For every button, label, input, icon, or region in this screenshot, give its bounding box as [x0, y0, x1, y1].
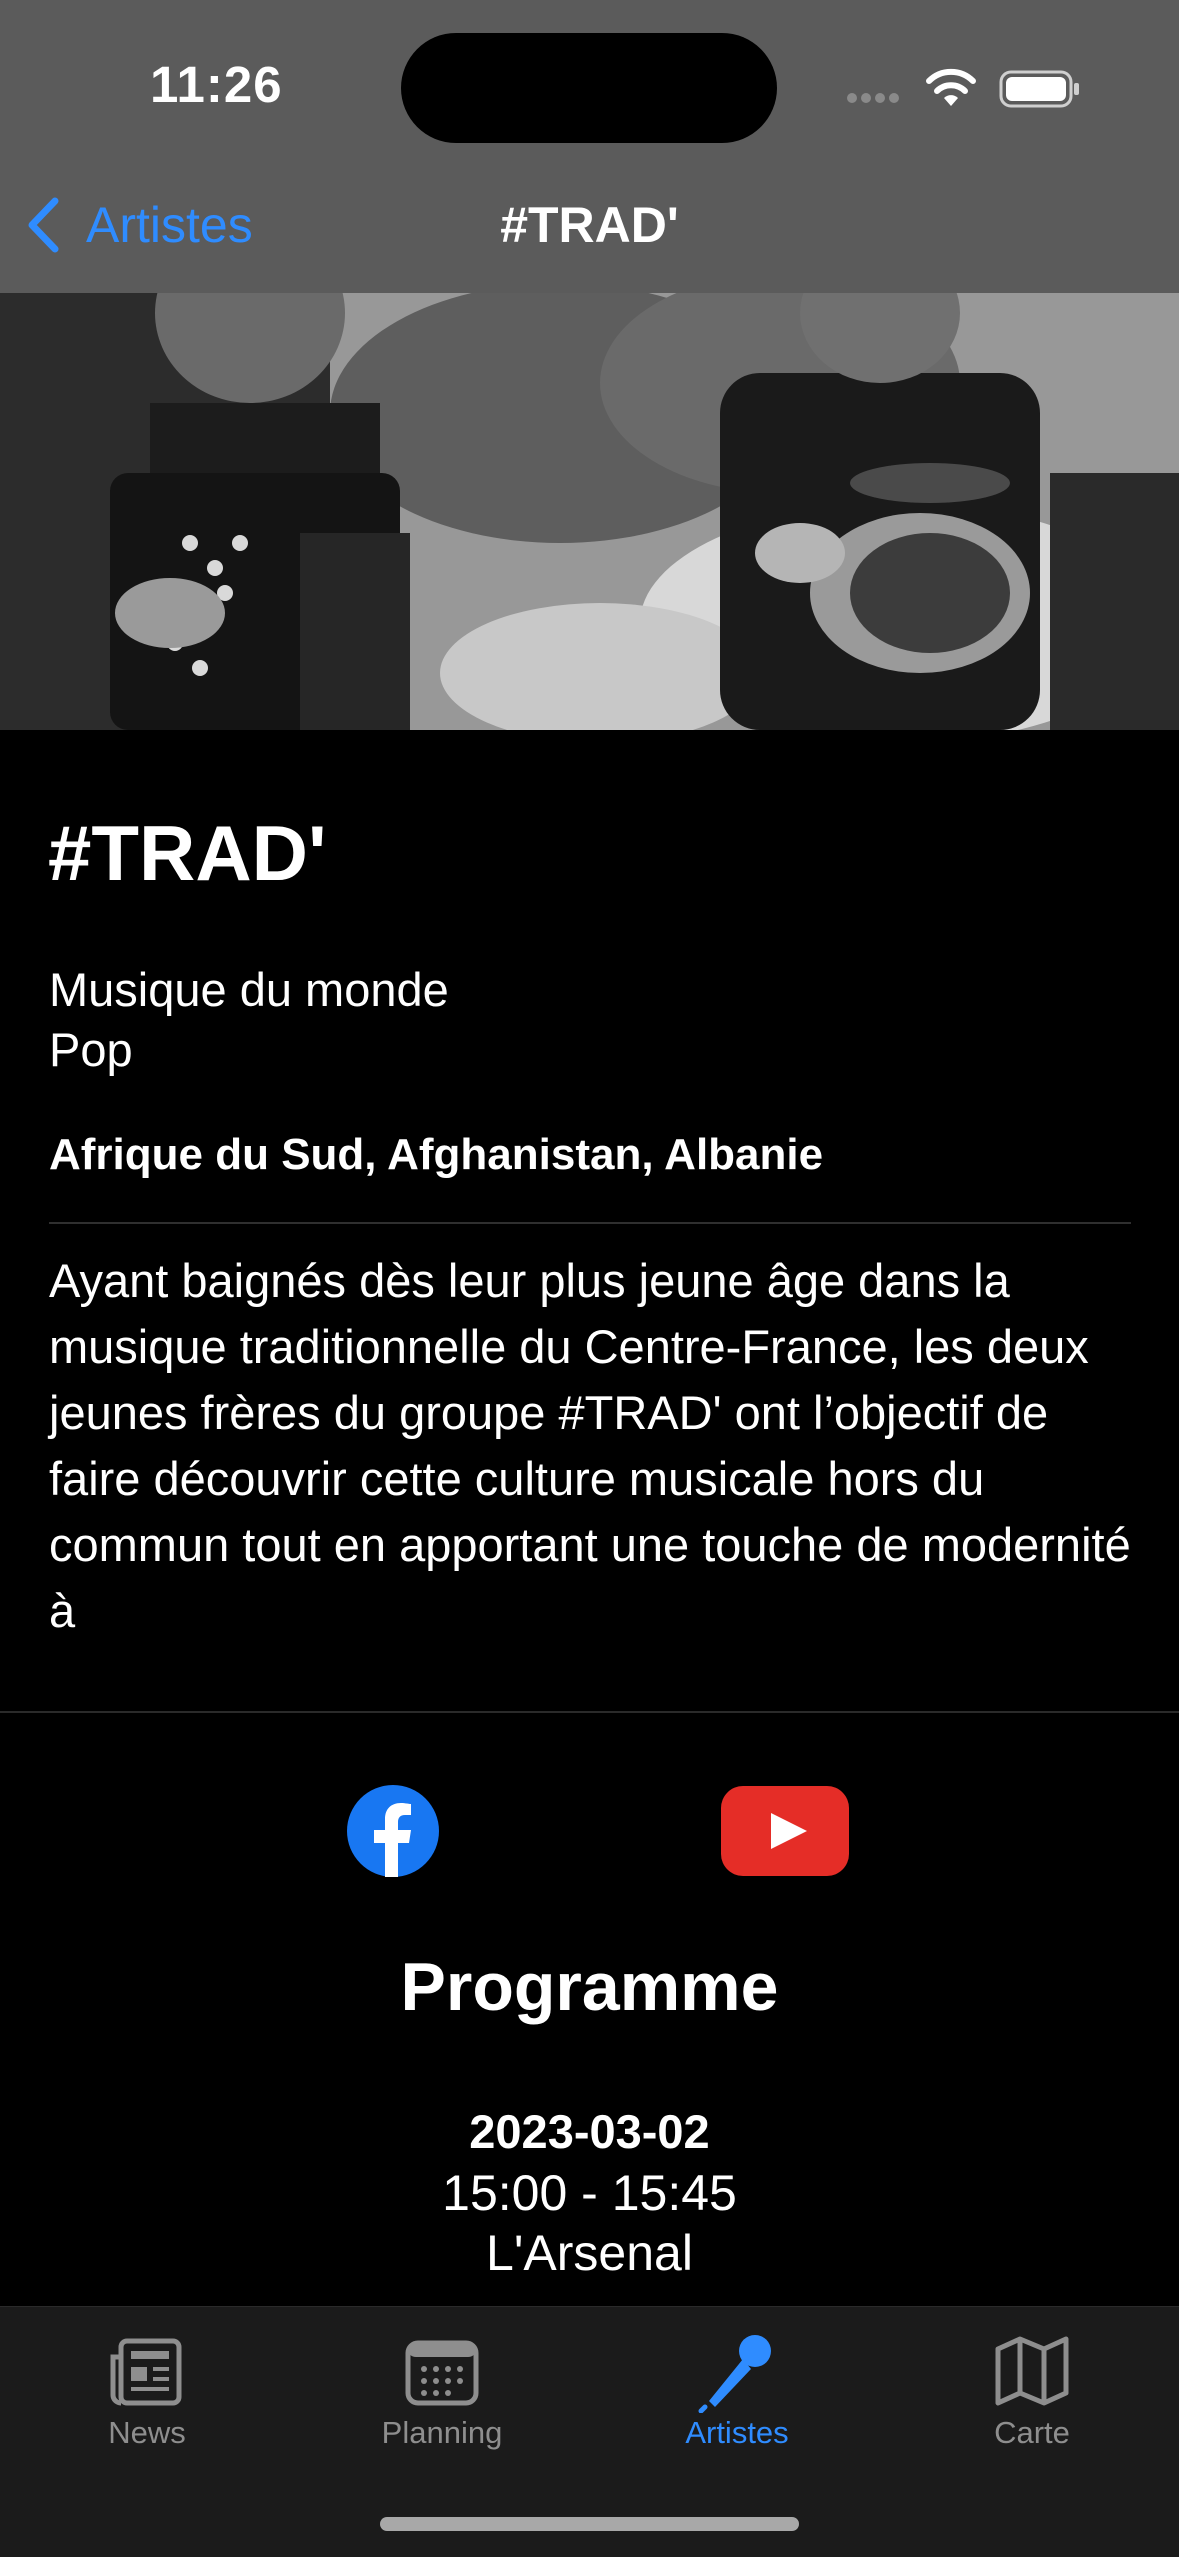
- tab-label: Artistes: [685, 2415, 789, 2450]
- tab-label: Planning: [381, 2415, 503, 2450]
- artist-photo-image: [0, 293, 1179, 730]
- genre-label: Musique du monde: [49, 963, 449, 1016]
- artist-name: #TRAD': [48, 809, 327, 897]
- artist-description: Ayant baignés dès leur plus jeune âge da…: [49, 1254, 1131, 1637]
- programme-venue: L'Arsenal: [486, 2225, 693, 2281]
- cellular-signal-icon: [847, 93, 899, 103]
- newspaper-icon: [110, 2338, 182, 2406]
- tab-artistes[interactable]: Artistes: [590, 2307, 884, 2457]
- tab-label: Carte: [994, 2415, 1070, 2450]
- battery-icon: [999, 70, 1079, 108]
- tab-news[interactable]: News: [0, 2307, 294, 2457]
- tab-carte[interactable]: Carte: [885, 2307, 1179, 2457]
- tab-label: News: [108, 2415, 186, 2450]
- wifi-icon: [926, 68, 976, 106]
- programme-time: 15:00 - 15:45: [442, 2165, 737, 2221]
- divider: [0, 1711, 1179, 1713]
- tab-planning[interactable]: Planning: [295, 2307, 589, 2457]
- facebook-icon[interactable]: [347, 1785, 439, 1877]
- map-icon: [995, 2336, 1069, 2406]
- nav-title: #TRAD': [500, 197, 679, 253]
- artist-photo: [0, 293, 1179, 730]
- programme-date: 2023-03-02: [469, 2105, 710, 2158]
- home-indicator: [380, 2517, 799, 2531]
- youtube-icon[interactable]: [721, 1786, 849, 1876]
- microphone-icon: [698, 2335, 771, 2413]
- countries-label: Afrique du Sud, Afghanistan, Albanie: [49, 1130, 824, 1179]
- calendar-icon: [405, 2340, 479, 2406]
- status-time: 11:26: [150, 56, 283, 113]
- dynamic-island: [401, 33, 777, 143]
- genre-label: Pop: [49, 1023, 133, 1076]
- programme-heading: Programme: [400, 1949, 779, 2025]
- divider: [49, 1222, 1131, 1224]
